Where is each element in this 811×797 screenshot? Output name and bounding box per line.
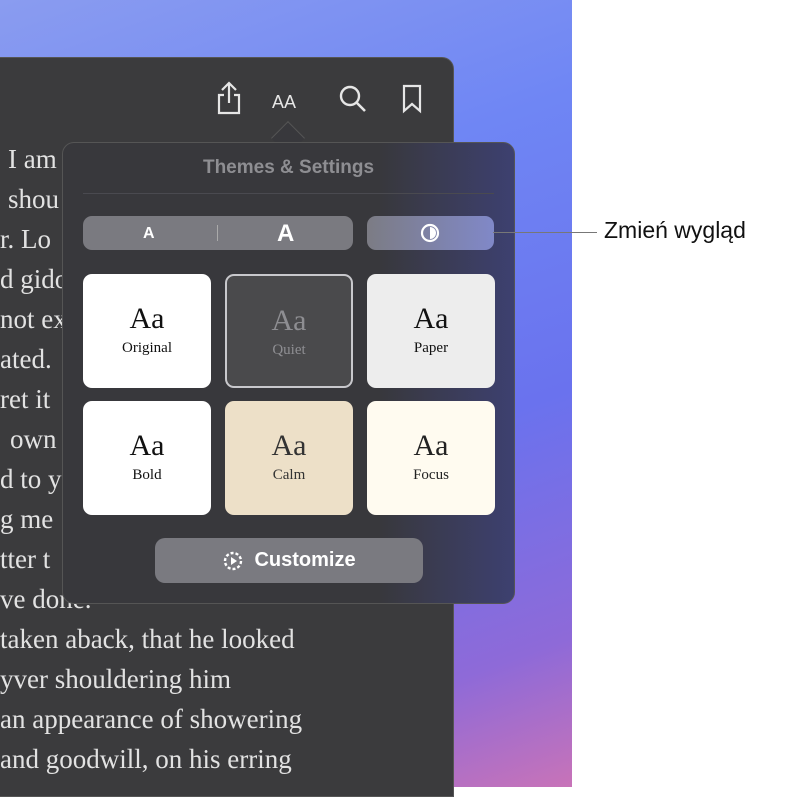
share-icon[interactable] (214, 80, 244, 123)
search-icon[interactable] (338, 84, 368, 121)
themes-settings-popover: Themes & Settings A A Aa Original Aa Quiet A… (62, 142, 515, 604)
appearance-button[interactable] (367, 216, 494, 250)
callout-label: Zmień wygląd (604, 217, 746, 243)
font-size-control: A A (83, 216, 353, 250)
theme-calm[interactable]: Aa Calm (225, 401, 353, 515)
theme-name: Paper (413, 340, 449, 356)
book-text-line: shou (8, 184, 60, 214)
book-text-line: I am (8, 144, 57, 174)
book-text-line: ret it (0, 384, 51, 414)
theme-sample: Aa (413, 429, 449, 462)
theme-paper[interactable]: Aa Paper (367, 274, 495, 388)
book-text-line: not ex (0, 304, 67, 334)
book-text-line: own (10, 424, 57, 454)
theme-sample: Aa (129, 429, 165, 462)
theme-sample: Aa (413, 302, 449, 335)
theme-sample: Aa (271, 429, 307, 462)
theme-bold[interactable]: Aa Bold (83, 401, 211, 515)
divider (217, 225, 218, 241)
customize-label: Customize (254, 549, 356, 571)
book-text-line: d gido (0, 264, 69, 294)
book-text-line: and goodwill, on his erring (0, 744, 292, 774)
appearance-icon (420, 223, 440, 243)
book-text-line: d to y (0, 464, 62, 494)
divider (83, 193, 494, 194)
book-text-line: an appearance of showering (0, 704, 303, 734)
theme-name: Quiet (272, 342, 306, 358)
theme-name: Calm (272, 467, 306, 483)
bookmark-icon[interactable] (402, 84, 422, 121)
book-text-line: yver shouldering him (0, 664, 231, 694)
text-size-icon[interactable]: AA (272, 84, 296, 115)
theme-sample: Aa (271, 304, 307, 337)
book-text-line: g me (0, 504, 54, 534)
theme-quiet[interactable]: Aa Quiet (225, 274, 353, 388)
book-text-line: r. Lo (0, 224, 51, 254)
book-text-line: ated. (0, 344, 52, 374)
book-text-line: taken aback, that he looked (0, 624, 295, 654)
theme-name: Bold (132, 467, 162, 483)
theme-focus[interactable]: Aa Focus (367, 401, 495, 515)
callout-line (493, 232, 597, 233)
theme-sample: Aa (129, 302, 165, 335)
aa-label: AA (272, 92, 297, 112)
theme-original[interactable]: Aa Original (83, 274, 211, 388)
customize-button[interactable]: Customize (155, 538, 423, 583)
popover-title: Themes & Settings (202, 157, 375, 178)
theme-name: Focus (413, 467, 449, 483)
theme-name: Original (122, 340, 172, 356)
decrease-font-button[interactable]: A (143, 225, 155, 243)
increase-font-button[interactable]: A (277, 220, 294, 248)
book-text-line: tter t (0, 544, 51, 574)
gear-icon (224, 551, 243, 570)
